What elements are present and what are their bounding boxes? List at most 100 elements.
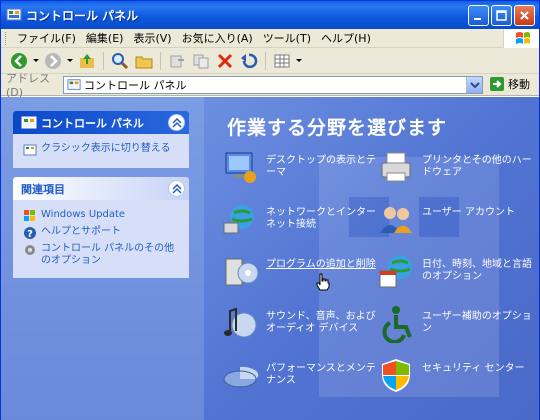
delete-button[interactable] bbox=[213, 50, 237, 72]
windows-update-link[interactable]: Windows Update bbox=[23, 209, 181, 223]
copy-to-button[interactable] bbox=[189, 50, 213, 72]
hand-cursor-icon bbox=[316, 273, 330, 291]
windows-logo-icon bbox=[503, 29, 539, 48]
display-icon bbox=[225, 152, 256, 183]
menu-help[interactable]: ヘルプ(H) bbox=[316, 29, 376, 48]
category-security-center[interactable]: セキュリティ センター bbox=[376, 355, 532, 395]
related-topics-title: 関連項目 bbox=[21, 182, 65, 196]
other-control-panel-options-link[interactable]: コントロール パネルのその他のオプション bbox=[23, 243, 181, 267]
back-dropdown[interactable] bbox=[31, 50, 41, 72]
control-panel-box-body: クラシック表示に切り替える bbox=[13, 134, 189, 168]
address-bar: アドレス(D) コントロール パネル 移動 bbox=[1, 72, 539, 99]
category-label: 日付、時刻、地域と言語のオプション bbox=[422, 259, 532, 282]
move-to-button[interactable] bbox=[165, 50, 189, 72]
menu-favorites[interactable]: お気に入り(A) bbox=[177, 29, 258, 48]
category-label: プリンタとその他のハードウェア bbox=[422, 155, 532, 178]
forward-button[interactable] bbox=[41, 50, 65, 72]
help-icon: ? bbox=[24, 227, 36, 240]
back-button[interactable] bbox=[7, 50, 31, 72]
search-button[interactable] bbox=[108, 50, 132, 72]
address-dropdown-button[interactable] bbox=[466, 77, 482, 93]
classic-view-icon bbox=[23, 144, 37, 156]
chevron-down-icon bbox=[296, 58, 302, 62]
category-performance-maintenance[interactable]: パフォーマンスとメンテナンス bbox=[220, 355, 376, 395]
control-panel-icon bbox=[6, 8, 22, 21]
address-value: コントロール パネル bbox=[84, 79, 187, 92]
category-pane: 作業する分野を選びます デスクトップの表示とテーマ プリンタとその他のハードウェ… bbox=[204, 97, 539, 420]
undo-button[interactable] bbox=[237, 50, 261, 72]
menubar-grip[interactable] bbox=[5, 31, 8, 45]
control-panel-box: コントロール パネル クラシック表示に切り替える bbox=[13, 111, 189, 168]
related-topics-body: Windows Update ? ヘルプとサポート コントロール パネルのその他… bbox=[13, 200, 189, 278]
up-folder-button[interactable] bbox=[75, 50, 99, 72]
forward-dropdown[interactable] bbox=[65, 50, 75, 72]
chevron-down-icon bbox=[33, 58, 39, 62]
minimize-button[interactable] bbox=[468, 5, 489, 26]
add-remove-programs-icon bbox=[225, 258, 259, 286]
page-heading: 作業する分野を選びます bbox=[227, 117, 448, 139]
go-arrow-icon bbox=[490, 77, 504, 91]
category-label: セキュリティ センター bbox=[422, 363, 525, 374]
chevron-down-icon bbox=[67, 58, 73, 62]
performance-icon bbox=[223, 366, 259, 388]
title-bar[interactable]: コントロール パネル bbox=[1, 1, 539, 29]
folders-button[interactable] bbox=[132, 50, 156, 72]
views-icon bbox=[274, 54, 290, 67]
category-user-accounts[interactable]: ユーザー アカウント bbox=[376, 199, 532, 239]
go-button[interactable]: 移動 bbox=[489, 76, 530, 92]
up-folder-icon bbox=[80, 53, 94, 68]
category-add-remove-programs[interactable]: プログラムの追加と削除 bbox=[220, 251, 376, 291]
related-topics-box: 関連項目 Windows Update ? ヘルプとサポート コントロール パネ… bbox=[13, 177, 189, 278]
accessibility-icon bbox=[382, 306, 412, 343]
help-and-support-link[interactable]: ? ヘルプとサポート bbox=[23, 226, 181, 240]
undo-icon bbox=[241, 53, 258, 68]
folders-icon bbox=[135, 56, 153, 68]
category-appearance-and-themes[interactable]: デスクトップの表示とテーマ bbox=[220, 147, 376, 187]
views-dropdown[interactable] bbox=[294, 50, 304, 72]
address-input[interactable]: コントロール パネル bbox=[63, 76, 483, 94]
chevron-up-icon bbox=[172, 118, 182, 128]
move-to-icon bbox=[170, 55, 184, 67]
network-icon bbox=[223, 205, 254, 234]
category-label: デスクトップの表示とテーマ bbox=[266, 155, 376, 178]
go-label: 移動 bbox=[508, 78, 530, 91]
maximize-button[interactable] bbox=[491, 5, 512, 26]
close-button[interactable] bbox=[514, 5, 535, 26]
control-panel-window: コントロール パネル ファイル(F) 編集(E) 表示(V) お気に入り(A) … bbox=[0, 0, 540, 420]
control-panel-box-title: コントロール パネル bbox=[41, 116, 144, 130]
control-panel-box-header[interactable]: コントロール パネル bbox=[13, 111, 189, 134]
menu-view[interactable]: 表示(V) bbox=[128, 29, 176, 48]
copy-to-icon bbox=[193, 54, 209, 68]
menu-tools[interactable]: ツール(T) bbox=[258, 29, 316, 48]
search-icon bbox=[112, 52, 129, 69]
users-icon bbox=[380, 207, 412, 233]
control-panel-icon bbox=[67, 79, 81, 90]
security-shield-icon bbox=[382, 359, 410, 392]
toolbar-separator bbox=[265, 51, 266, 70]
category-accessibility[interactable]: ユーザー補助のオプション bbox=[376, 303, 532, 343]
other-control-panel-options-label: コントロール パネルのその他のオプション bbox=[41, 243, 175, 266]
svg-text:?: ? bbox=[27, 229, 33, 240]
switch-to-classic-view-link[interactable]: クラシック表示に切り替える bbox=[23, 143, 181, 157]
category-date-time-language[interactable]: 日付、時刻、地域と言語のオプション bbox=[376, 251, 532, 291]
category-sound-audio[interactable]: サウンド、音声、およびオーディオ デバイス bbox=[220, 303, 376, 343]
related-topics-header[interactable]: 関連項目 bbox=[13, 177, 189, 200]
sound-icon bbox=[224, 307, 257, 338]
collapse-button[interactable] bbox=[168, 114, 185, 131]
switch-to-classic-view-label: クラシック表示に切り替える bbox=[41, 143, 171, 154]
menu-edit[interactable]: 編集(E) bbox=[81, 29, 129, 48]
category-label: パフォーマンスとメンテナンス bbox=[266, 363, 376, 386]
category-label: サウンド、音声、およびオーディオ デバイス bbox=[266, 311, 376, 334]
views-button[interactable] bbox=[270, 50, 294, 72]
category-printers-and-hardware[interactable]: プリンタとその他のハードウェア bbox=[376, 147, 532, 187]
menu-bar: ファイル(F) 編集(E) 表示(V) お気に入り(A) ツール(T) ヘルプ(… bbox=[1, 29, 539, 48]
control-panel-icon bbox=[21, 116, 37, 128]
windows-update-label: Windows Update bbox=[41, 209, 126, 220]
date-time-icon bbox=[379, 255, 412, 288]
toolbar bbox=[1, 48, 539, 74]
address-label: アドレス(D) bbox=[6, 72, 50, 99]
category-network-and-internet[interactable]: ネットワークとインターネット接続 bbox=[220, 199, 376, 239]
menu-file[interactable]: ファイル(F) bbox=[12, 29, 81, 48]
collapse-button[interactable] bbox=[168, 180, 185, 197]
chevron-up-icon bbox=[172, 184, 182, 194]
